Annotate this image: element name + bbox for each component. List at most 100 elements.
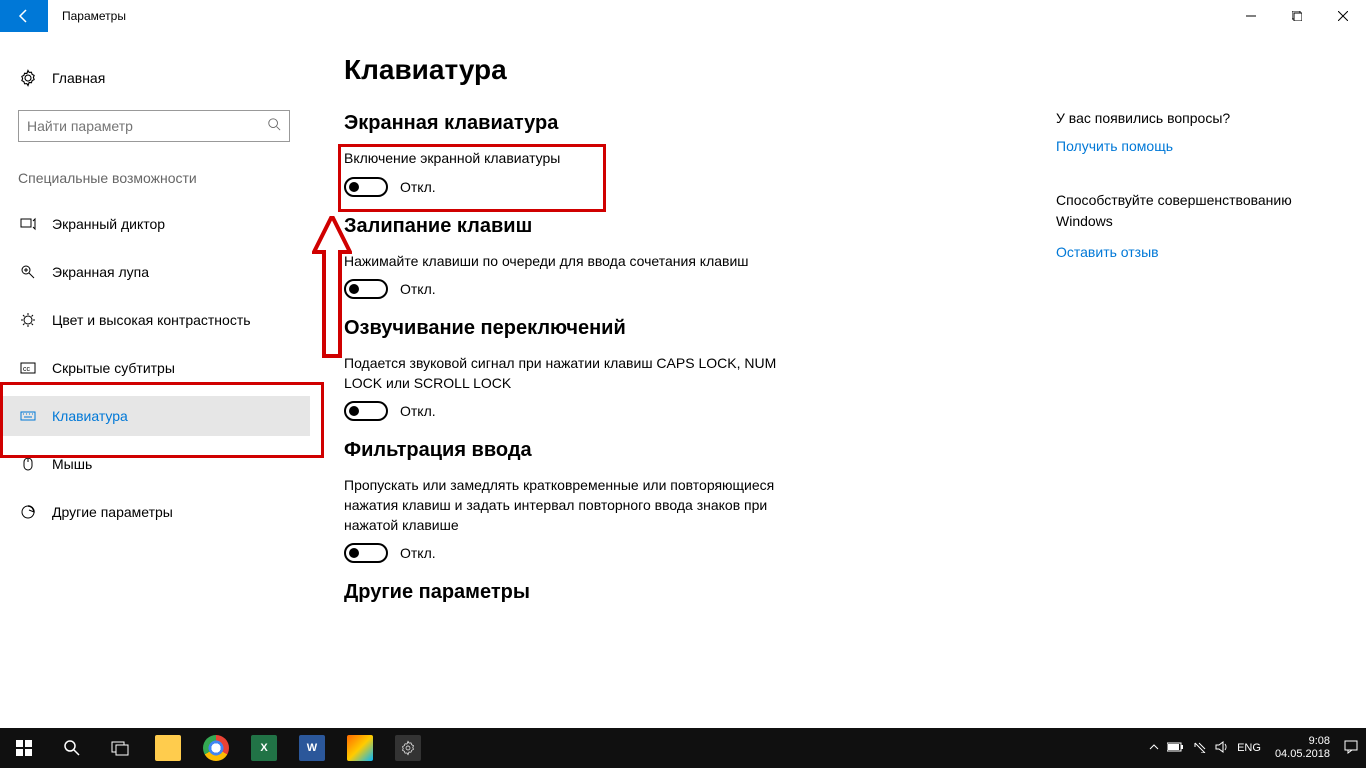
taskbar-app-word[interactable]: W bbox=[288, 728, 336, 768]
toggle-filter-label: Откл. bbox=[400, 545, 436, 561]
mouse-icon bbox=[18, 454, 38, 474]
sidebar-item-label: Мышь bbox=[52, 456, 92, 472]
taskbar-app-excel[interactable]: X bbox=[240, 728, 288, 768]
search-icon bbox=[63, 739, 81, 757]
task-view-icon bbox=[111, 739, 129, 757]
sidebar-item-contrast[interactable]: Цвет и высокая контрастность bbox=[0, 300, 310, 340]
sidebar-item-keyboard[interactable]: Клавиатура bbox=[0, 396, 310, 436]
improve-text: Способствуйте совершенствованию Windows bbox=[1056, 190, 1336, 232]
settings-icon bbox=[395, 735, 421, 761]
paint-icon bbox=[347, 735, 373, 761]
minimize-button[interactable] bbox=[1228, 0, 1274, 32]
section-onscreen-desc: Включение экранной клавиатуры bbox=[344, 149, 794, 169]
minimize-icon bbox=[1246, 11, 1256, 21]
search-input[interactable] bbox=[27, 118, 267, 134]
window-title: Параметры bbox=[62, 9, 126, 23]
svg-text:cc: cc bbox=[23, 366, 31, 373]
section-sticky-desc: Нажимайте клавиши по очереди для ввода с… bbox=[344, 252, 794, 272]
sidebar-item-label: Экранная лупа bbox=[52, 264, 149, 280]
toggle-sticky-row: Откл. bbox=[344, 279, 1016, 299]
taskbar: X W ENG 9:08 04.05.2018 bbox=[0, 728, 1366, 768]
sidebar-item-label: Скрытые субтитры bbox=[52, 360, 175, 376]
keyboard-icon bbox=[18, 406, 38, 426]
nav-group-title: Специальные возможности bbox=[18, 170, 310, 186]
tray-notifications-icon[interactable] bbox=[1344, 740, 1358, 757]
titlebar: Параметры bbox=[0, 0, 1366, 32]
search-box[interactable] bbox=[18, 110, 290, 142]
content-area: Главная Специальные возможности Экранный… bbox=[0, 32, 1366, 728]
explorer-icon bbox=[155, 735, 181, 761]
toggle-togglekeys[interactable] bbox=[344, 401, 388, 421]
contrast-icon bbox=[18, 310, 38, 330]
taskbar-search-button[interactable] bbox=[48, 728, 96, 768]
section-other-title: Другие параметры bbox=[344, 581, 1016, 604]
toggle-togglekeys-row: Откл. bbox=[344, 401, 1016, 421]
toggle-onscreen[interactable] bbox=[344, 177, 388, 197]
search-icon bbox=[267, 117, 281, 136]
toggle-filter[interactable] bbox=[344, 543, 388, 563]
task-view-button[interactable] bbox=[96, 728, 144, 768]
home-link[interactable]: Главная bbox=[18, 58, 310, 98]
sidebar-item-other[interactable]: Другие параметры bbox=[0, 492, 310, 532]
captions-icon: cc bbox=[18, 358, 38, 378]
start-button[interactable] bbox=[0, 728, 48, 768]
close-icon bbox=[1338, 11, 1348, 21]
tray-battery-icon[interactable] bbox=[1167, 742, 1185, 755]
word-icon: W bbox=[299, 735, 325, 761]
tray-volume-icon[interactable] bbox=[1215, 741, 1229, 756]
maximize-button[interactable] bbox=[1274, 0, 1320, 32]
feedback-link[interactable]: Оставить отзыв bbox=[1056, 244, 1336, 260]
tray-chevron-icon[interactable] bbox=[1149, 742, 1159, 755]
sidebar-item-label: Цвет и высокая контрастность bbox=[52, 312, 251, 328]
section-filter-desc: Пропускать или замедлять кратковременные… bbox=[344, 476, 794, 535]
main-panel: Клавиатура Экранная клавиатура Включение… bbox=[310, 32, 1056, 728]
tray-network-icon[interactable] bbox=[1193, 741, 1207, 756]
narrator-icon bbox=[18, 214, 38, 234]
gear-icon bbox=[18, 68, 38, 88]
toggle-knob bbox=[349, 284, 359, 294]
section-togglekeys-title: Озвучивание переключений bbox=[344, 317, 1016, 340]
chrome-icon bbox=[203, 735, 229, 761]
sidebar: Главная Специальные возможности Экранный… bbox=[0, 32, 310, 728]
right-pane: У вас появились вопросы? Получить помощь… bbox=[1056, 32, 1366, 728]
back-button[interactable] bbox=[0, 0, 48, 32]
toggle-onscreen-label: Откл. bbox=[400, 179, 436, 195]
excel-icon: X bbox=[251, 735, 277, 761]
taskbar-tray: ENG 9:08 04.05.2018 bbox=[1149, 735, 1366, 761]
taskbar-apps: X W bbox=[144, 728, 432, 768]
sidebar-item-narrator[interactable]: Экранный диктор bbox=[0, 204, 310, 244]
taskbar-app-paint[interactable] bbox=[336, 728, 384, 768]
window-controls bbox=[1228, 0, 1366, 32]
help-link[interactable]: Получить помощь bbox=[1056, 138, 1336, 154]
taskbar-app-settings[interactable] bbox=[384, 728, 432, 768]
sidebar-item-mouse[interactable]: Мышь bbox=[0, 444, 310, 484]
toggle-sticky-label: Откл. bbox=[400, 281, 436, 297]
close-button[interactable] bbox=[1320, 0, 1366, 32]
toggle-sticky[interactable] bbox=[344, 279, 388, 299]
sidebar-item-magnifier[interactable]: Экранная лупа bbox=[0, 252, 310, 292]
toggle-knob bbox=[349, 182, 359, 192]
home-label: Главная bbox=[52, 70, 105, 86]
sidebar-item-captions[interactable]: cc Скрытые субтитры bbox=[0, 348, 310, 388]
nav-list: Экранный диктор Экранная лупа Цвет и выс… bbox=[18, 204, 310, 532]
questions-heading: У вас появились вопросы? bbox=[1056, 110, 1336, 126]
windows-icon bbox=[16, 740, 32, 756]
section-sticky-title: Залипание клавиш bbox=[344, 215, 1016, 238]
sidebar-item-label: Другие параметры bbox=[52, 504, 173, 520]
tray-time: 9:08 bbox=[1275, 735, 1330, 748]
sidebar-item-label: Экранный диктор bbox=[52, 216, 165, 232]
toggle-knob bbox=[349, 548, 359, 558]
tray-language[interactable]: ENG bbox=[1237, 742, 1261, 754]
maximize-icon bbox=[1292, 11, 1302, 21]
toggle-knob bbox=[349, 406, 359, 416]
section-filter-title: Фильтрация ввода bbox=[344, 439, 1016, 462]
taskbar-app-explorer[interactable] bbox=[144, 728, 192, 768]
sidebar-item-label: Клавиатура bbox=[52, 408, 128, 424]
magnifier-icon bbox=[18, 262, 38, 282]
taskbar-app-chrome[interactable] bbox=[192, 728, 240, 768]
section-togglekeys-desc: Подается звуковой сигнал при нажатии кла… bbox=[344, 354, 794, 393]
other-icon bbox=[18, 502, 38, 522]
tray-clock[interactable]: 9:08 04.05.2018 bbox=[1269, 735, 1336, 761]
page-title: Клавиатура bbox=[344, 54, 1016, 86]
toggle-filter-row: Откл. bbox=[344, 543, 1016, 563]
